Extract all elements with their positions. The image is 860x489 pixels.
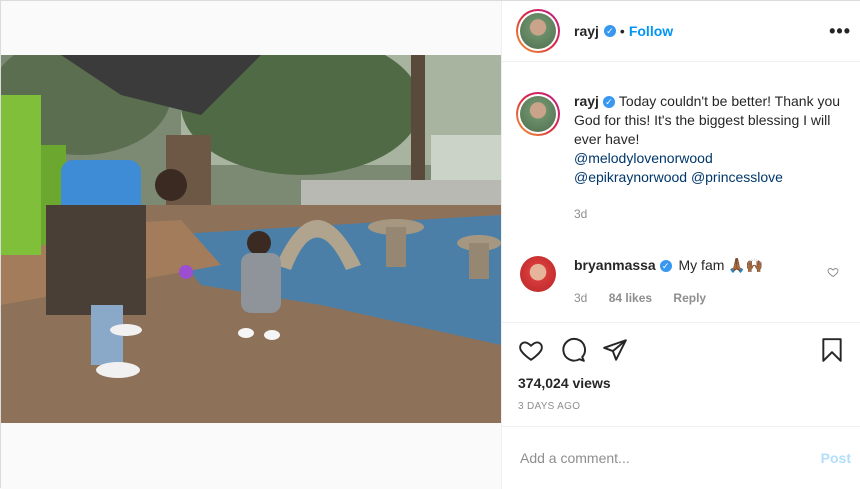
comments-section: rayj ✓ Today couldn't be better! Thank you… (502, 62, 860, 322)
comment-input[interactable] (520, 450, 821, 466)
comment-text: My fam 🙏🏾🙌🏾 (678, 257, 764, 273)
caption: rayj ✓ Today couldn't be better! Thank you… (516, 92, 847, 224)
video-player[interactable] (1, 55, 501, 423)
caption-avatar[interactable] (516, 92, 560, 136)
verified-icon: ✓ (659, 260, 672, 272)
commenter-username[interactable]: bryanmassa (574, 257, 656, 273)
reply-button[interactable]: Reply (673, 291, 706, 305)
follow-button[interactable]: Follow (629, 23, 673, 39)
add-comment-bar: Post (502, 426, 860, 489)
author-username[interactable]: rayj (574, 23, 599, 39)
mention-link[interactable]: @princesslove (691, 169, 783, 185)
comment-like-heart-icon[interactable] (827, 266, 839, 278)
post-sidebar: rayj ✓ • Follow ••• rayj ✓ Today couldn't … (501, 1, 860, 489)
bookmark-icon[interactable] (819, 337, 845, 363)
verified-icon: ✓ (603, 25, 616, 37)
comment-icon[interactable] (560, 337, 586, 363)
mention-link[interactable]: @melodylovenorwood (574, 150, 713, 166)
mention-link[interactable]: @epikraynorwood (574, 169, 687, 185)
separator-dot: • (619, 23, 625, 39)
verified-icon: ✓ (602, 96, 615, 108)
comment-body: bryanmassa ✓ My fam 🙏🏾🙌🏾 3d 84 likes Rep… (574, 256, 763, 308)
caption-body: rayj ✓ Today couldn't be better! Thank you… (574, 92, 844, 224)
commenter-avatar[interactable] (520, 256, 556, 292)
video-frame (1, 55, 501, 423)
action-bar: 374,024 views 3 DAYS AGO (502, 322, 860, 426)
post-header: rayj ✓ • Follow ••• (502, 1, 860, 62)
media-area (1, 1, 501, 489)
post-date[interactable]: 3 DAYS AGO (518, 401, 845, 412)
comment-likes[interactable]: 84 likes (609, 291, 652, 305)
caption-age[interactable]: 3d (574, 207, 587, 221)
heart-icon[interactable] (518, 337, 544, 363)
post-comment-button[interactable]: Post (821, 450, 851, 466)
comment-item: bryanmassa ✓ My fam 🙏🏾🙌🏾 3d 84 likes Rep… (516, 256, 847, 308)
author-avatar[interactable] (516, 9, 560, 53)
share-icon[interactable] (602, 337, 628, 363)
comment-age[interactable]: 3d (574, 291, 587, 305)
caption-username[interactable]: rayj (574, 93, 599, 109)
more-icon[interactable]: ••• (829, 21, 851, 42)
view-count[interactable]: 374,024 views (518, 375, 845, 391)
post-card: rayj ✓ • Follow ••• rayj ✓ Today couldn't … (0, 0, 860, 489)
